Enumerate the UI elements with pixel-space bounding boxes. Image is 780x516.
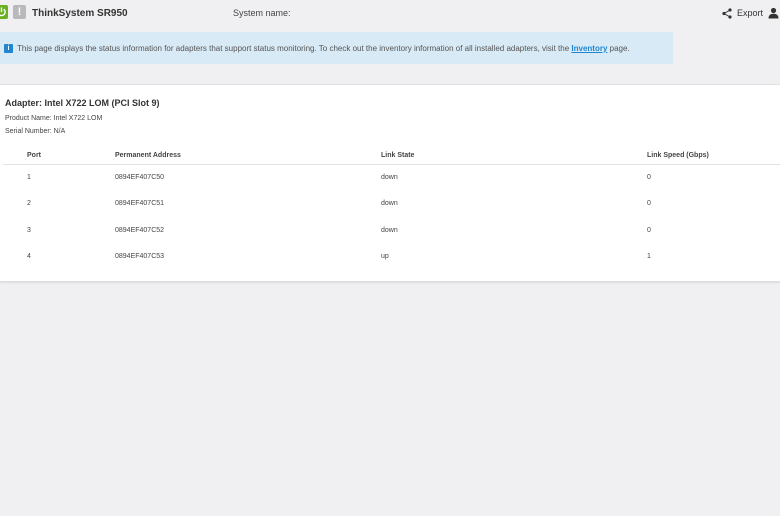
table-row: 4 0894EF407C53 up 1 — [3, 244, 780, 270]
export-label: Export — [737, 8, 764, 18]
user-icon — [768, 7, 779, 19]
export-button[interactable]: Export — [722, 6, 763, 20]
share-icon — [722, 7, 732, 19]
link-speed-cell: 1 — [647, 253, 651, 260]
power-status-icon[interactable] — [0, 5, 8, 19]
serial-number-field: Serial Number: N/A — [5, 128, 66, 135]
table-row: 3 0894EF407C52 down 0 — [3, 218, 780, 244]
port-cell: 2 — [27, 200, 31, 207]
banner-suffix: page. — [609, 44, 630, 53]
inventory-link[interactable]: Inventory — [571, 44, 607, 53]
user-menu-button[interactable] — [768, 6, 779, 24]
power-icon — [0, 7, 6, 17]
system-name-label: System name: — [233, 8, 291, 18]
column-header-link-state: Link State — [381, 152, 415, 159]
product-name: ThinkSystem SR950 — [32, 8, 128, 19]
port-cell: 3 — [27, 227, 31, 234]
warning-icon[interactable]: ! — [13, 5, 26, 19]
port-cell: 1 — [27, 174, 31, 181]
link-state-cell: down — [381, 227, 398, 234]
banner-message: This page displays the status informatio… — [17, 44, 570, 53]
adapter-panel: Adapter: Intel X722 LOM (PCI Slot 9) Pro… — [0, 84, 780, 282]
address-cell: 0894EF407C53 — [115, 253, 165, 260]
address-cell: 0894EF407C52 — [115, 227, 165, 234]
link-speed-cell: 0 — [647, 174, 651, 181]
info-icon: i — [4, 44, 13, 53]
table-header: Port Permanent Address Link State Link S… — [3, 145, 780, 165]
top-bar: ! ThinkSystem SR950 System name: Export — [0, 0, 780, 26]
column-header-link-speed: Link Speed (Gbps) — [647, 152, 709, 159]
link-speed-cell: 0 — [647, 200, 651, 207]
port-cell: 4 — [27, 253, 31, 260]
product-name-field: Product Name: Intel X722 LOM — [5, 115, 103, 122]
adapter-title: Adapter: Intel X722 LOM (PCI Slot 9) — [5, 98, 160, 108]
link-state-cell: down — [381, 200, 398, 207]
table-row: 2 0894EF407C51 down 0 — [3, 191, 780, 217]
info-banner: i This page displays the status informat… — [0, 32, 673, 64]
link-state-cell: up — [381, 253, 389, 260]
link-state-cell: down — [381, 174, 398, 181]
link-speed-cell: 0 — [647, 227, 651, 234]
address-cell: 0894EF407C50 — [115, 174, 165, 181]
table-row: 1 0894EF407C50 down 0 — [3, 165, 780, 191]
banner-text: This page displays the status informatio… — [17, 44, 630, 53]
column-header-port: Port — [27, 152, 41, 159]
address-cell: 0894EF407C51 — [115, 200, 165, 207]
column-header-permanent-address: Permanent Address — [115, 152, 181, 159]
